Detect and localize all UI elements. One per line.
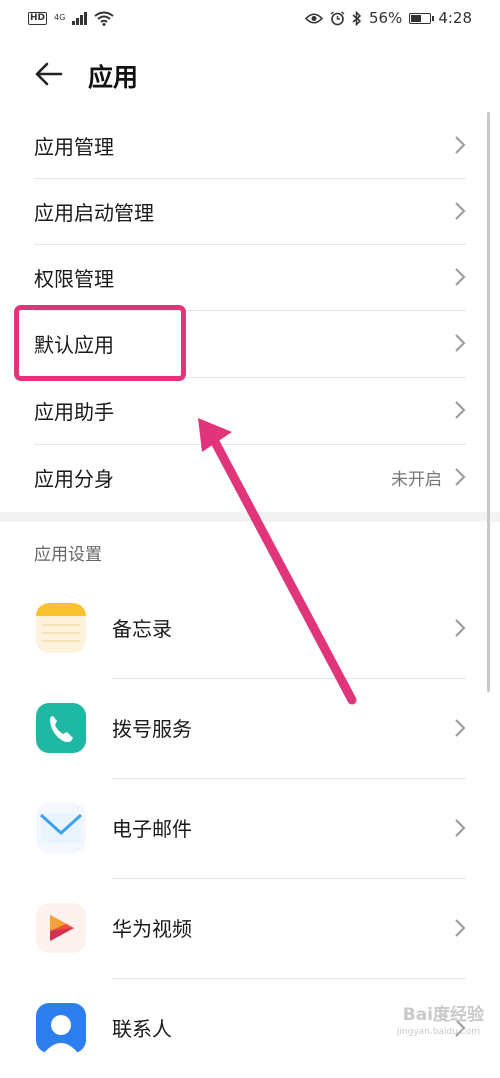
highlight-box	[14, 305, 186, 381]
app-item-email[interactable]: 电子邮件	[0, 778, 500, 878]
status-left: HD 4G	[28, 11, 114, 26]
battery-icon	[409, 12, 435, 24]
bluetooth-icon	[352, 10, 362, 26]
clock: 4:28	[438, 9, 472, 27]
chevron-right-icon	[455, 202, 466, 220]
watermark: Bai度经验	[402, 1005, 484, 1025]
menu-item-permission-management[interactable]: 权限管理	[0, 244, 500, 310]
chevron-right-icon	[455, 268, 466, 286]
back-arrow-icon[interactable]	[34, 60, 64, 88]
section-separator	[0, 512, 500, 522]
page-title: 应用	[88, 63, 139, 92]
chevron-right-icon	[455, 919, 466, 937]
chevron-right-icon	[455, 334, 466, 352]
status-right: 56% 4:28	[304, 9, 472, 27]
network-type: 4G	[54, 13, 66, 22]
phone-icon	[36, 703, 86, 753]
menu-item-label: 应用管理	[34, 135, 114, 159]
hd-badge: HD	[28, 11, 48, 25]
menu-item-app-twin[interactable]: 应用分身 未开启	[0, 444, 500, 510]
signal-icon	[72, 11, 88, 25]
menu-item-label: 权限管理	[34, 267, 114, 291]
menu-item-app-management[interactable]: 应用管理	[0, 112, 500, 178]
chevron-right-icon	[455, 819, 466, 837]
watermark-sub: jingyan.baidu.com	[396, 1027, 480, 1037]
menu-item-label: 应用分身	[34, 467, 114, 491]
app-item-label: 拨号服务	[112, 717, 192, 741]
app-item-label: 备忘录	[112, 617, 172, 641]
menu-item-label: 应用助手	[34, 400, 114, 424]
section-title: 应用设置	[34, 545, 102, 565]
header: 应用	[0, 48, 500, 100]
chevron-right-icon	[455, 136, 466, 154]
menu-item-label: 应用启动管理	[34, 201, 154, 225]
battery-percent: 56%	[368, 9, 403, 27]
app-item-dialer[interactable]: 拨号服务	[0, 678, 500, 778]
video-icon	[36, 903, 86, 953]
notepad-icon	[36, 603, 86, 653]
app-item-notepad[interactable]: 备忘录	[0, 578, 500, 678]
app-item-label: 联系人	[112, 1017, 172, 1041]
chevron-right-icon	[455, 719, 466, 737]
app-item-huawei-video[interactable]: 华为视频	[0, 878, 500, 978]
app-item-label: 华为视频	[112, 917, 192, 941]
scrollbar-thumb[interactable]	[487, 112, 490, 692]
chevron-right-icon	[455, 468, 466, 486]
wifi-icon	[94, 11, 114, 26]
app-item-label: 电子邮件	[112, 817, 192, 841]
chevron-right-icon	[455, 401, 466, 419]
menu-item-app-assistant[interactable]: 应用助手	[0, 377, 500, 443]
status-bar: HD 4G 56% 4:28	[0, 0, 500, 36]
alarm-icon	[330, 10, 345, 25]
chevron-right-icon	[455, 619, 466, 637]
menu-item-startup-management[interactable]: 应用启动管理	[0, 178, 500, 244]
menu-item-value: 未开启	[391, 470, 442, 490]
contacts-icon	[36, 1003, 86, 1053]
eye-icon	[304, 12, 323, 24]
mail-icon	[36, 803, 86, 853]
